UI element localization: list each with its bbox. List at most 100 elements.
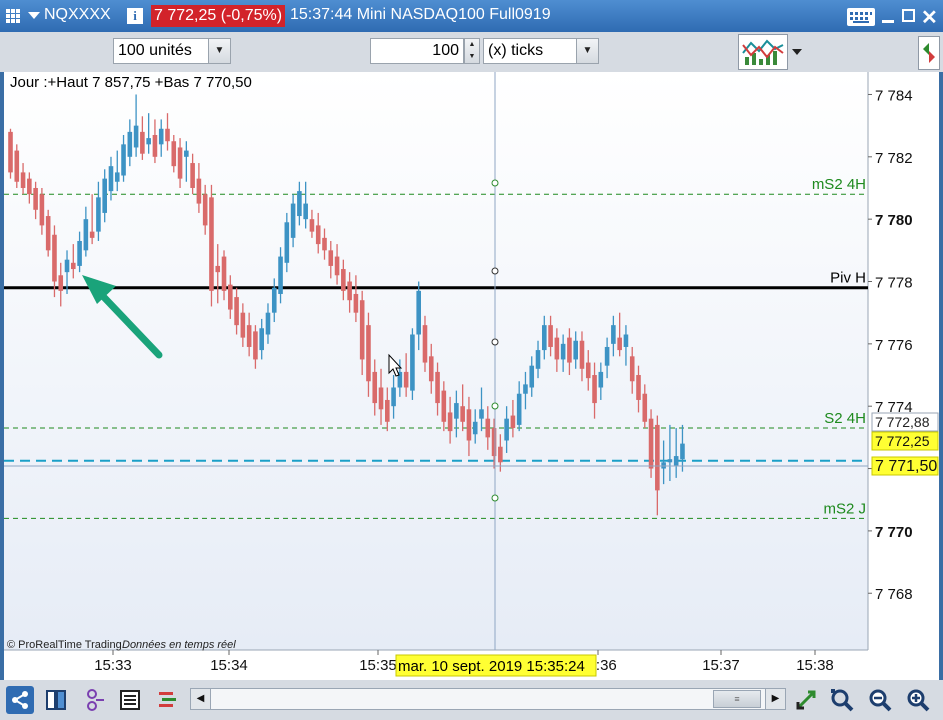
candle-body	[158, 128, 164, 145]
candle-body	[554, 337, 560, 360]
price-tick-label: 7 780	[875, 212, 913, 229]
keyboard-icon[interactable]	[847, 8, 875, 26]
candle-body	[353, 293, 359, 313]
candle-body	[64, 259, 70, 273]
candle-body	[133, 125, 139, 148]
crosshair-marker	[491, 267, 499, 275]
candle	[648, 409, 654, 478]
candle-body	[454, 403, 459, 419]
candle-body	[315, 225, 321, 245]
candle-body	[52, 234, 57, 282]
chevron-down-icon[interactable]	[792, 49, 802, 55]
candle-body	[77, 240, 82, 266]
units-select[interactable]: 100 unités ▼	[113, 38, 231, 64]
candle-body	[228, 284, 233, 310]
panel-toggle-button[interactable]	[918, 36, 940, 70]
candle-body	[516, 393, 522, 425]
crosshair-marker	[491, 494, 499, 502]
units-select-value: 100 unités	[118, 42, 192, 59]
candle-body	[504, 418, 509, 441]
candle-body	[27, 178, 32, 195]
candle	[45, 209, 51, 257]
realtime-label: Données en temps réel	[122, 639, 236, 651]
ticks-unit-select-value: (x) ticks	[488, 42, 544, 59]
candle-body	[573, 340, 578, 360]
candle-body	[20, 172, 26, 188]
order-list-icon[interactable]	[116, 686, 144, 714]
candle-body	[579, 340, 585, 369]
candle-body	[372, 371, 378, 404]
close-icon[interactable]: ✕	[921, 5, 938, 30]
info-icon[interactable]: i	[127, 8, 143, 24]
candle-body	[347, 281, 352, 301]
candle-body	[140, 131, 145, 154]
candle-body	[460, 406, 465, 422]
candle-body	[297, 191, 302, 217]
price-chart[interactable]: mS2 4H Piv H S2 4H mS2 J 7 784 7 782 7 780 7 7…	[4, 72, 939, 680]
candle-body	[410, 334, 415, 391]
candle-body	[617, 337, 622, 351]
scroll-left-icon[interactable]: ◀	[191, 689, 211, 709]
candle-body	[265, 312, 271, 335]
stepper-up-icon[interactable]: ▲	[465, 39, 479, 51]
app-grip-icon[interactable]	[6, 9, 20, 23]
level-label: Piv H	[830, 270, 866, 287]
candle-body	[303, 203, 308, 220]
candle-body	[322, 237, 327, 251]
price-tick-label: 7 776	[875, 337, 913, 354]
stepper-down-icon[interactable]: ▼	[465, 51, 479, 63]
candle-body	[359, 300, 365, 360]
horizontal-scrollbar[interactable]: ◀ ≡ ▶	[190, 688, 786, 710]
candle-body	[498, 446, 503, 463]
chevron-down-icon[interactable]: ▼	[208, 39, 230, 63]
arrows-swap-icon	[923, 43, 935, 63]
candle-body	[102, 178, 107, 213]
candle-body	[83, 219, 89, 251]
symbol-dropdown-icon[interactable]	[28, 12, 40, 19]
window-title: 15:37:44 Mini NASDAQ100 Full0919	[290, 6, 551, 23]
symbol-label[interactable]: NQXXXX	[44, 6, 111, 24]
time-tick-label: 15:34	[210, 657, 248, 674]
chart-area[interactable]: mS2 4H Piv H S2 4H mS2 J 7 784 7 782 7 780 7 7…	[4, 72, 939, 680]
indicators-button[interactable]	[738, 34, 788, 70]
candle-body	[523, 384, 528, 394]
zoom-in-icon[interactable]	[904, 686, 932, 714]
candle-body	[58, 275, 64, 291]
zoom-out-icon[interactable]	[866, 686, 894, 714]
autoscale-icon[interactable]	[792, 686, 820, 714]
ticks-input[interactable]: 100	[370, 38, 464, 64]
candle-body	[14, 150, 20, 182]
candle-body	[673, 456, 679, 466]
drawing-tools-icon[interactable]	[80, 686, 108, 714]
candle-body	[108, 166, 114, 192]
maximize-icon[interactable]	[902, 9, 915, 22]
candle-body	[447, 412, 453, 432]
scroll-thumb[interactable]: ≡	[713, 690, 761, 708]
price-tag-text: 7 772,25	[875, 433, 930, 449]
candle-body	[542, 325, 547, 351]
zoom-area-icon[interactable]	[828, 686, 856, 714]
candle-body	[598, 371, 604, 388]
candle-body	[127, 131, 133, 157]
ticks-unit-select[interactable]: (x) ticks ▼	[483, 38, 599, 64]
share-icon[interactable]	[6, 686, 34, 714]
level-label: mS2 4H	[812, 176, 866, 193]
candle-body	[284, 222, 290, 263]
candle-body	[680, 443, 685, 460]
layout-icon[interactable]	[42, 686, 70, 714]
minimize-icon[interactable]	[882, 20, 894, 23]
candle-body	[422, 325, 428, 363]
candle-body	[667, 459, 673, 463]
candle-body	[435, 371, 440, 404]
crosshair-marker	[491, 179, 499, 187]
candle-body	[472, 421, 478, 435]
bar-chart-settings-icon[interactable]	[154, 686, 182, 714]
candle-body	[491, 428, 497, 457]
title-bar: NQXXXX i 7 772,25 (-0,75%) 15:37:44 Mini…	[0, 0, 943, 32]
candle-body	[196, 178, 202, 204]
chevron-down-icon[interactable]: ▼	[576, 39, 598, 63]
ticks-stepper[interactable]: ▲ ▼	[464, 38, 480, 64]
candle-body	[45, 216, 51, 251]
scroll-right-icon[interactable]: ▶	[765, 689, 785, 709]
candle-body	[403, 371, 409, 388]
